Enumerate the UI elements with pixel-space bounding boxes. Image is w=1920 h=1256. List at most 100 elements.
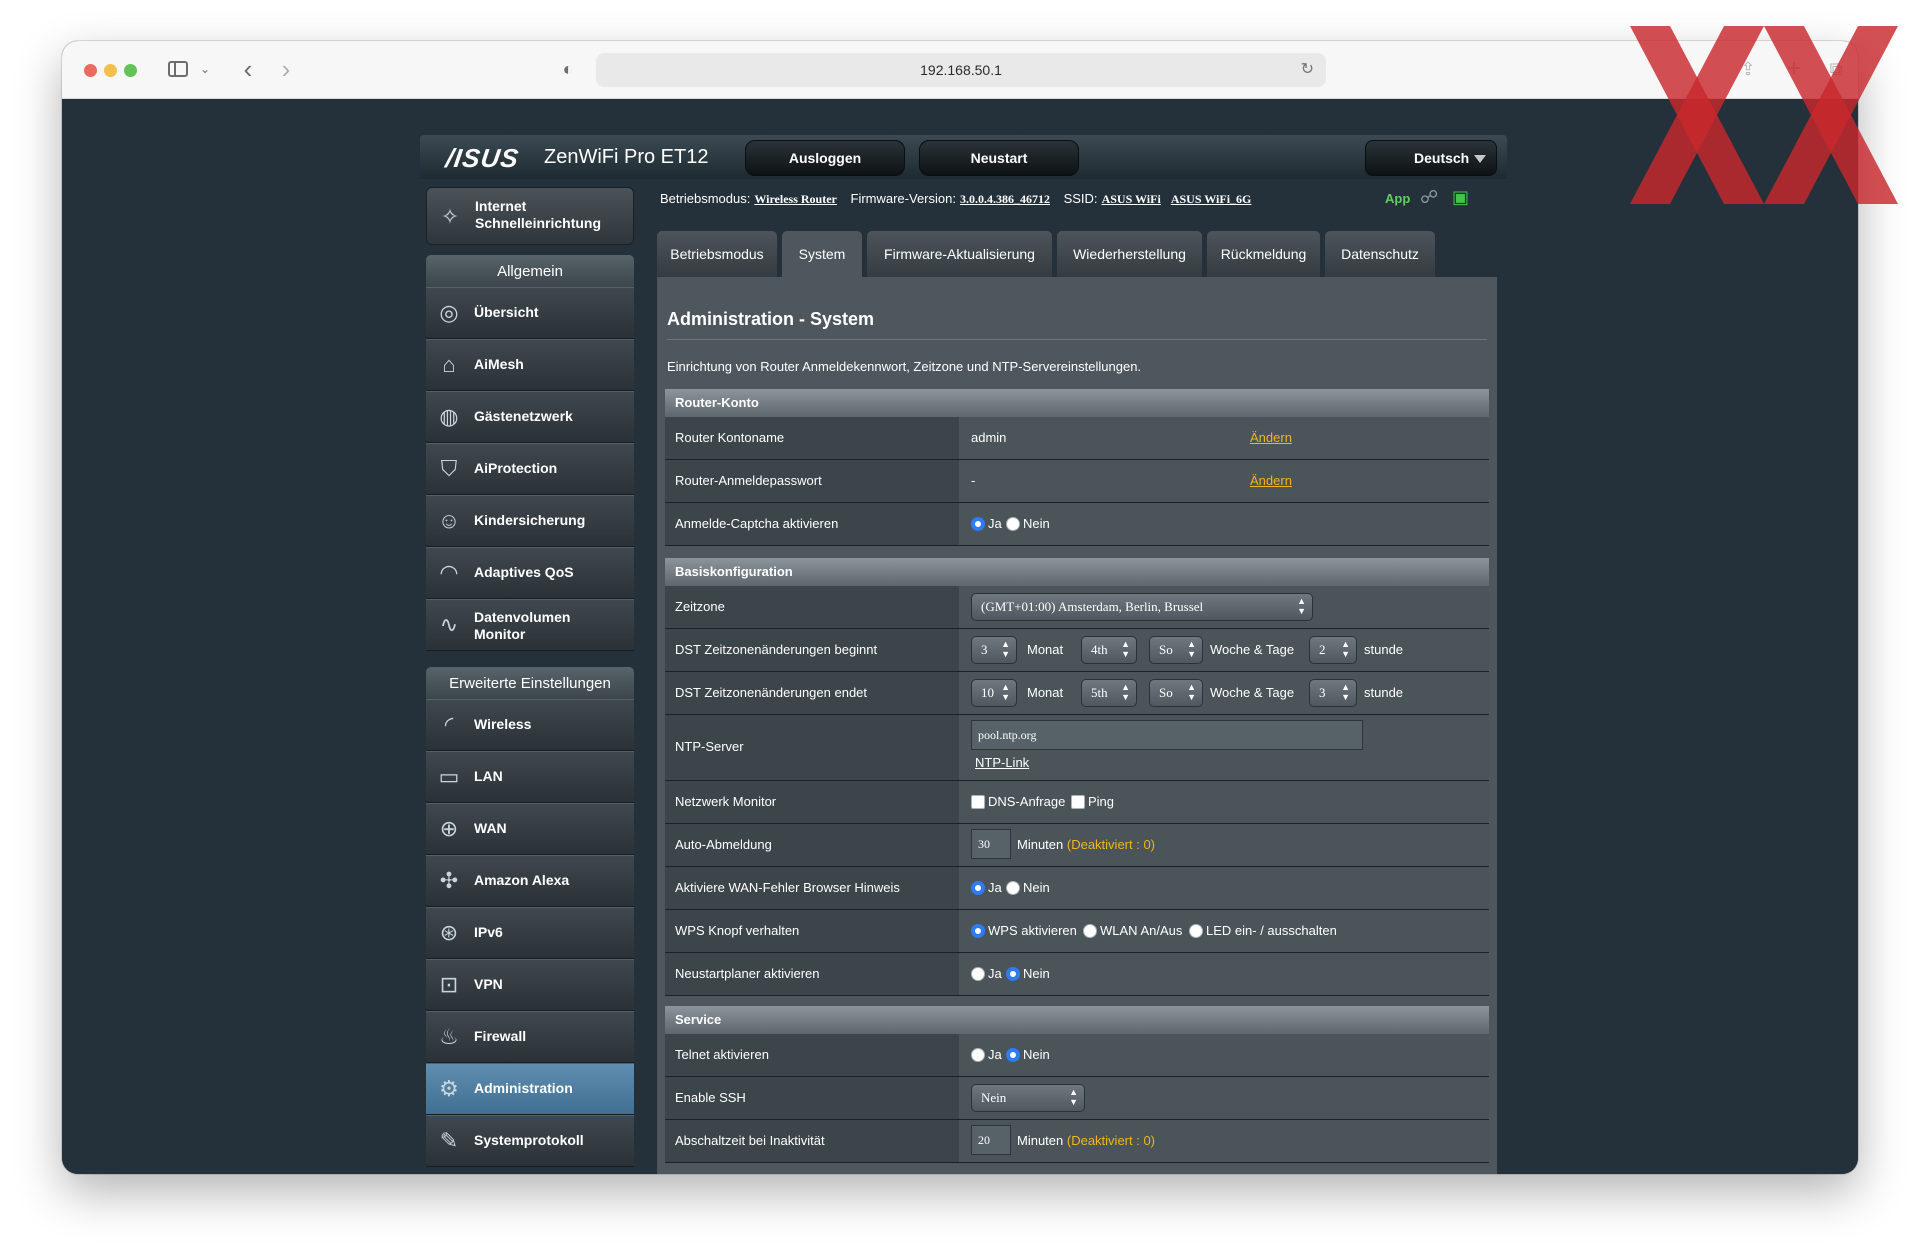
row-timezone: Zeitzone (GMT+01:00) Amsterdam, Berlin, … [665,586,1489,629]
radio-label: Ja [988,966,1002,981]
family-icon: ☺ [437,508,461,533]
weekday-label: Woche & Tage [1210,685,1295,700]
nav-item-parental-control[interactable]: ☺ Kindersicherung [426,495,634,547]
row-label: Neustartplaner aktivieren [665,953,959,995]
title-divider [667,339,1487,340]
nav-item-wireless[interactable]: ◜ Wireless [426,699,634,751]
nav-item-aiprotection[interactable]: ⛉ AiProtection [426,443,634,495]
dst-end-week-select[interactable]: 5th ▲ ▼ [1081,679,1137,707]
app-link[interactable]: App [1385,191,1410,206]
dst-start-week-select[interactable]: 4th ▲ ▼ [1081,636,1137,664]
month-label: Monat [1027,642,1064,657]
nav-label: Übersicht [474,304,539,320]
firmware-link[interactable]: 3.0.0.4.386_46712 [960,192,1050,207]
zoom-window-button[interactable] [124,64,137,77]
dst-start-hour-select[interactable]: 2 ▲ ▼ [1309,636,1357,664]
address-bar[interactable]: 192.168.50.1 ↻ [596,53,1326,87]
ssh-select[interactable]: Nein ▲ ▼ [971,1084,1085,1112]
change-account-name-link[interactable]: Ändern [1250,430,1292,445]
nav-item-administration[interactable]: ⚙ Administration [426,1063,634,1115]
nav-item-traffic-monitor[interactable]: ∿ Datenvolumen Monitor [426,599,634,651]
language-select[interactable]: Deutsch [1365,140,1497,176]
clients-icon[interactable]: ☍ [1420,187,1438,208]
nav-label: Firewall [474,1028,527,1044]
nav-item-aimesh[interactable]: ⌂ AiMesh [426,339,634,391]
nav-item-adaptive-qos[interactable]: ◠ Adaptives QoS [426,547,634,599]
row-label: Telnet aktivieren [665,1034,959,1076]
telnet-yes-radio[interactable] [971,1048,985,1062]
tab-privacy[interactable]: Datenschutz [1325,231,1435,277]
ssid-link-1[interactable]: ASUS WiFi [1102,192,1161,207]
change-password-link[interactable]: Ändern [1250,473,1292,488]
select-value: So [1159,685,1173,700]
dst-end-day-select[interactable]: So ▲ ▼ [1149,679,1203,707]
nav-item-guest-network[interactable]: ◍ Gästenetzwerk [426,391,634,443]
shield-lock-icon: ⛉ [440,456,458,481]
router-page: /ISUS ZenWiFi Pro ET12 Ausloggen Neustar… [420,135,1507,1174]
minutes-label: Minuten [1017,837,1064,852]
select-arrows-icon: ▲ ▼ [1187,682,1196,702]
wan-error-no-radio[interactable] [1006,881,1020,895]
nav-label: Amazon Alexa [474,872,570,888]
page-description: Einrichtung von Router Anmeldekennwort, … [667,359,1142,374]
idle-timeout-input[interactable]: 20 [971,1125,1011,1155]
minimize-window-button[interactable] [104,64,117,77]
nav-item-wan[interactable]: ⊕ WAN [426,803,634,855]
section-basic-config: Basiskonfiguration [665,558,1489,586]
wps-wlan-toggle-radio[interactable] [1083,924,1097,938]
wps-enable-radio[interactable] [971,924,985,938]
ping-checkbox[interactable] [1071,795,1085,809]
select-value: 4th [1091,642,1108,657]
captcha-yes-radio[interactable] [971,517,985,531]
logout-button[interactable]: Ausloggen [745,140,905,176]
dst-start-day-select[interactable]: So ▲ ▼ [1149,636,1203,664]
tab-operation-mode[interactable]: Betriebsmodus [657,231,777,277]
nav-item-system-log[interactable]: ✎ Systemprotokoll [426,1115,634,1167]
dst-start-month-select[interactable]: 3 ▲ ▼ [971,636,1017,664]
chevron-down-icon[interactable]: ⌄ [198,56,212,82]
ntp-server-input[interactable]: pool.ntp.org [971,720,1363,750]
url-text: 192.168.50.1 [920,62,1002,78]
quick-internet-setup[interactable]: ✧ Internet Schnelleinrichtung [426,187,634,245]
nav-item-overview[interactable]: ◎ Übersicht [426,287,634,339]
browser-window: ⌄ ‹ › ◐ 192.168.50.1 ↻ ⇪ + ⧉ /ISUS ZenWi… [62,41,1858,1174]
wps-led-toggle-radio[interactable] [1189,924,1203,938]
row-idle-timeout: Abschaltzeit bei Inaktivität 20 Minuten … [665,1120,1489,1163]
shield-icon[interactable]: ◐ [558,56,578,82]
dst-end-month-select[interactable]: 10 ▲ ▼ [971,679,1017,707]
reload-icon[interactable]: ↻ [1301,53,1314,87]
dns-query-checkbox[interactable] [971,795,985,809]
usb-status-icon[interactable]: ▣ [1452,187,1469,208]
chevron-right-icon[interactable]: › [276,56,296,82]
reboot-scheduler-yes-radio[interactable] [971,967,985,981]
telnet-no-radio[interactable] [1006,1048,1020,1062]
nav-item-ipv6[interactable]: ⊛ IPv6 [426,907,634,959]
row-auto-logout: Auto-Abmeldung 30 Minuten (Deaktiviert :… [665,824,1489,867]
captcha-no-radio[interactable] [1006,517,1020,531]
nav-item-lan[interactable]: ▭ LAN [426,751,634,803]
tab-system[interactable]: System [782,231,862,277]
timezone-select[interactable]: (GMT+01:00) Amsterdam, Berlin, Brussel ▲ ▼ [971,593,1313,621]
vpn-icon: ⊡ [439,972,459,997]
ntp-link[interactable]: NTP-Link [975,755,1029,770]
tab-restore[interactable]: Wiederherstellung [1057,231,1202,277]
row-dst-end: DST Zeitzonenänderungen endet 10 ▲ ▼ Monat… [665,672,1489,715]
tab-firmware-upgrade[interactable]: Firmware-Aktualisierung [867,231,1052,277]
sidebar-icon[interactable] [168,56,190,82]
tab-feedback[interactable]: Rückmeldung [1207,231,1320,277]
auto-logout-input[interactable]: 30 [971,829,1011,859]
nav-item-vpn[interactable]: ⊡ VPN [426,959,634,1011]
dst-end-hour-select[interactable]: 3 ▲ ▼ [1309,679,1357,707]
wan-error-yes-radio[interactable] [971,881,985,895]
nav-item-alexa[interactable]: ✣ Amazon Alexa [426,855,634,907]
chevron-left-icon[interactable]: ‹ [238,56,258,82]
nav-label: Administration [474,1080,573,1096]
globe-network-icon: ◎ [439,300,459,325]
select-value: Nein [981,1090,1007,1105]
reboot-button[interactable]: Neustart [919,140,1079,176]
nav-item-firewall[interactable]: ♨ Firewall [426,1011,634,1063]
close-window-button[interactable] [84,64,97,77]
ssid-link-2[interactable]: ASUS WiFi_6G [1171,192,1252,207]
op-mode-link[interactable]: Wireless Router [754,192,837,207]
reboot-scheduler-no-radio[interactable] [1006,967,1020,981]
